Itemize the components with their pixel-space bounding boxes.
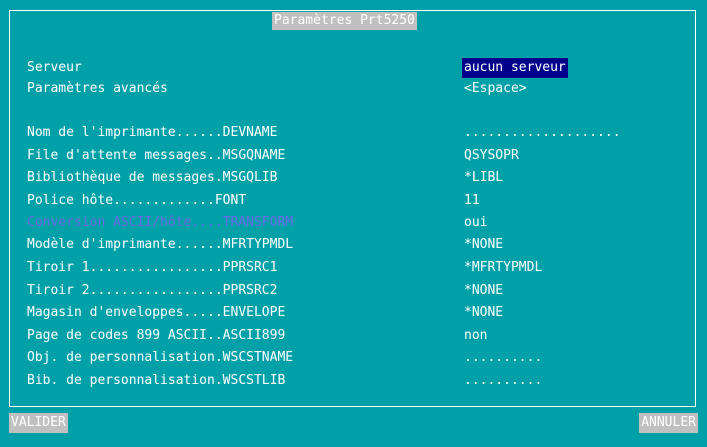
value-font[interactable]: 11 [464, 191, 480, 211]
value-serveur[interactable]: aucun serveur [462, 58, 568, 78]
label-msgqlib: Bibliothèque de messages.MSGQLIB [27, 170, 278, 185]
label-pprsrc1: Tiroir 1.................PPRSRC1 [27, 260, 278, 275]
cancel-button[interactable]: ANNULER [639, 413, 698, 433]
value-wscstlib[interactable]: .......... [464, 371, 542, 391]
value-msgqlib[interactable]: *LIBL [464, 168, 503, 188]
label-parametres-avances: Paramètres avancés [27, 81, 168, 96]
label-mfrtypmdl: Modèle d'imprimante......MFRTYPMDL [27, 237, 294, 252]
value-pprsrc1[interactable]: *MFRTYPMDL [464, 258, 542, 278]
value-msgqname[interactable]: QSYSOPR [464, 146, 519, 166]
label-envelope: Magasin d'enveloppes.....ENVELOPE [27, 305, 286, 320]
value-pprsrc2[interactable]: *NONE [464, 281, 503, 301]
value-mfrtypmdl[interactable]: *NONE [464, 235, 503, 255]
label-pprsrc2: Tiroir 2.................PPRSRC2 [27, 283, 278, 298]
label-wscstlib: Bib. de personnalisation.WSCSTLIB [27, 373, 286, 388]
label-transform: Conversion ASCII/hôte....TRANSFORM [27, 215, 294, 230]
label-serveur: Serveur [27, 60, 82, 75]
value-devname[interactable]: .................... [464, 123, 621, 143]
label-wscstname: Obj. de personnalisation.WSCSTNAME [27, 350, 294, 365]
label-msgqname: File d'attente messages..MSGQNAME [27, 148, 286, 163]
dialog-title: Paramètres Prt5250 [272, 12, 417, 30]
value-envelope[interactable]: *NONE [464, 303, 503, 323]
value-wscstname[interactable]: .......... [464, 348, 542, 368]
value-parametres-avances[interactable]: <Espace> [464, 79, 527, 99]
value-ascii899[interactable]: non [464, 326, 487, 346]
value-transform[interactable]: oui [464, 213, 487, 233]
label-devname: Nom de l'imprimante......DEVNAME [27, 125, 278, 140]
validate-button[interactable]: VALIDER [9, 413, 68, 433]
label-font: Police hôte.............FONT [27, 193, 247, 208]
label-ascii899: Page de codes 899 ASCII..ASCII899 [27, 328, 286, 343]
